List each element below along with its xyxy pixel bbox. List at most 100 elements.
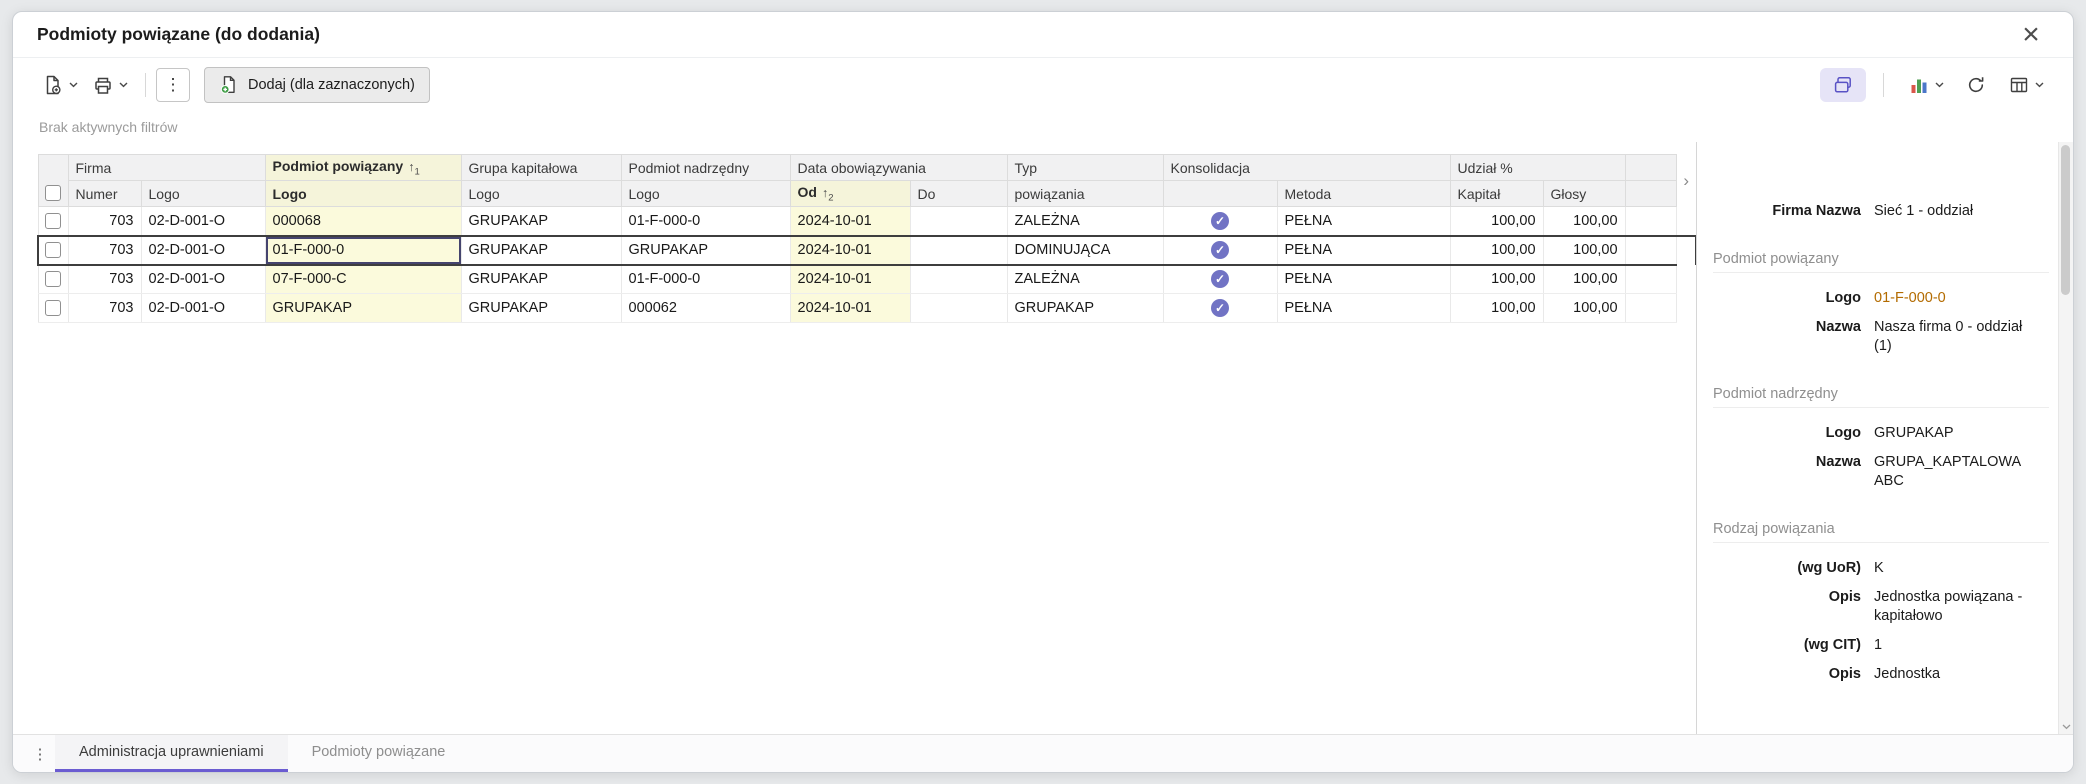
row-checkbox[interactable]: [45, 242, 62, 259]
dialog-titlebar: Podmioty powiązane (do dodania) ×: [13, 12, 2073, 58]
table-row[interactable]: 703 02-D-001-O 000068 GRUPAKAP 01-F-000-…: [37, 206, 1696, 236]
detail-field-opis-cit: Opis Jednostka: [1713, 665, 2049, 684]
cell-typ: GRUPAKAP: [1007, 293, 1164, 323]
print-button[interactable]: [85, 67, 135, 103]
cell-kapital: 100,00: [1450, 264, 1544, 294]
cell-podmiot-logo-focused[interactable]: 01-F-000-0: [265, 234, 462, 266]
scrollbar-thumb[interactable]: [2061, 145, 2070, 295]
column-header-glosy[interactable]: Głosy: [1542, 180, 1626, 207]
field-value: GRUPAKAP: [1874, 425, 1954, 441]
column-settings-button[interactable]: [2001, 67, 2051, 103]
chart-view-button[interactable]: [1901, 67, 1951, 103]
chevron-down-icon[interactable]: [119, 82, 128, 88]
detail-field-podmiot-nazwa: Nazwa Nasza firma 0 - oddział (1): [1713, 318, 2049, 356]
cell-metoda: PEŁNA: [1277, 206, 1451, 236]
chart-icon: [1911, 79, 1927, 93]
column-header-metoda[interactable]: Metoda: [1276, 180, 1451, 207]
detail-field-nadrzedny-logo: Logo GRUPAKAP: [1713, 424, 2049, 443]
select-all-cell: [37, 154, 69, 207]
more-options-button[interactable]: ⋮: [156, 68, 190, 102]
group-header-data-obowiazywania[interactable]: Data obowiązywania: [789, 154, 1008, 181]
group-header-podmiot-powiazany[interactable]: Podmiot powiązany ↑1: [264, 154, 462, 181]
column-header-grupa-logo[interactable]: Logo: [460, 180, 622, 207]
cell-expander: [1676, 207, 1696, 236]
group-header-grupa-kapitalowa[interactable]: Grupa kapitałowa: [460, 154, 622, 181]
column-header-kapital[interactable]: Kapitał: [1449, 180, 1544, 207]
column-header-filler: [1624, 180, 1677, 207]
column-header-od[interactable]: Od ↑2: [789, 180, 911, 207]
new-document-button[interactable]: [35, 67, 85, 103]
dialog-title: Podmioty powiązane (do dodania): [37, 24, 320, 44]
cell-od: 2024-10-01: [790, 264, 911, 294]
detail-field-uor: (wg UoR) K: [1713, 559, 2049, 578]
group-header-podmiot-nadrzedny[interactable]: Podmiot nadrzędny: [620, 154, 791, 181]
table-row-selected[interactable]: 703 02-D-001-O 01-F-000-0 GRUPAKAP GRUPA…: [37, 234, 1698, 266]
cell-expander: [1676, 294, 1696, 323]
tab-administracja-uprawnieniami[interactable]: Administracja uprawnieniami: [55, 735, 288, 772]
cell-filler: [1625, 264, 1677, 294]
row-select-cell: [37, 206, 69, 236]
cell-od: 2024-10-01: [790, 206, 911, 236]
close-button[interactable]: ×: [2013, 18, 2049, 52]
detail-field-opis-uor: Opis Jednostka powiązana - kapitałowo: [1713, 588, 2049, 626]
column-header-nadrzedny-logo[interactable]: Logo: [620, 180, 791, 207]
field-label: Opis: [1828, 666, 1861, 682]
tabbar-menu-button[interactable]: ⋮: [25, 735, 55, 772]
row-select-cell: [37, 293, 69, 323]
table-row[interactable]: 703 02-D-001-O GRUPAKAP GRUPAKAP 000062 …: [37, 293, 1696, 323]
detail-panel-body: Firma Nazwa Sieć 1 - oddział Podmiot pow…: [1697, 142, 2057, 734]
cell-typ: ZALEŻNA: [1007, 206, 1164, 236]
kebab-icon: ⋮: [164, 75, 182, 94]
cell-do: [910, 293, 1008, 323]
group-header-konsolidacja[interactable]: Konsolidacja: [1162, 154, 1451, 181]
field-label: Firma Nazwa: [1772, 203, 1861, 219]
group-header-firma[interactable]: Firma: [67, 154, 266, 181]
scrollbar[interactable]: [2058, 142, 2073, 734]
column-header-numer[interactable]: Numer: [67, 180, 142, 207]
cell-konsolidacja: [1163, 234, 1278, 266]
cell-firma-logo: 02-D-001-O: [141, 293, 266, 323]
cell-metoda: PEŁNA: [1277, 234, 1451, 266]
field-value: 1: [1874, 637, 1883, 653]
document-icon: [46, 75, 61, 95]
cell-numer: 703: [68, 293, 142, 323]
row-checkbox[interactable]: [45, 212, 61, 229]
cell-grupa-logo: GRUPAKAP: [461, 206, 622, 236]
sort-ascending-icon: ↑1: [408, 159, 420, 178]
column-header-konsolidacja-flag[interactable]: [1162, 180, 1278, 207]
tab-podmioty-powiazane[interactable]: Podmioty powiązane: [288, 735, 470, 772]
table-row[interactable]: 703 02-D-001-O 07-F-000-C GRUPAKAP 01-F-…: [37, 264, 1696, 294]
group-header-udzial[interactable]: Udział %: [1449, 154, 1626, 181]
chevron-right-icon[interactable]: ›: [1683, 171, 1689, 190]
content-area: Firma Podmiot powiązany ↑1 Grupa kapitało…: [13, 142, 2073, 734]
scroll-down-button[interactable]: [2059, 724, 2073, 730]
field-value-link[interactable]: 01-F-000-0: [1874, 289, 2026, 308]
field-label: (wg CIT): [1803, 637, 1861, 653]
column-header-powiazania[interactable]: powiązania: [1006, 180, 1164, 207]
column-header-firma-logo[interactable]: Logo: [140, 180, 266, 207]
toolbar: ⋮ Dodaj (dla zaznaczonych): [13, 58, 2073, 112]
column-header-do[interactable]: Do: [909, 180, 1008, 207]
row-select-cell: [37, 234, 69, 266]
chevron-down-icon[interactable]: [2035, 82, 2044, 88]
refresh-button[interactable]: [1958, 67, 1994, 103]
bottom-tabbar: ⋮ Administracja uprawnieniami Podmioty p…: [13, 734, 2073, 772]
group-header-typ[interactable]: Typ: [1006, 154, 1164, 181]
add-selected-button[interactable]: Dodaj (dla zaznaczonych): [204, 67, 430, 103]
chevron-down-icon[interactable]: [1935, 82, 1944, 88]
cell-filler: [1625, 206, 1677, 236]
detail-field-firma: Firma Nazwa Sieć 1 - oddział: [1713, 202, 2049, 221]
row-checkbox[interactable]: [45, 271, 61, 288]
active-filters-status: Brak aktywnych filtrów: [39, 119, 178, 135]
row-select-cell: [37, 264, 69, 294]
row-checkbox[interactable]: [45, 300, 61, 317]
toggle-detail-panel-button[interactable]: [1820, 68, 1866, 102]
header-group-row: Firma Podmiot powiązany ↑1 Grupa kapitało…: [37, 154, 1696, 207]
select-all-checkbox[interactable]: [45, 185, 61, 201]
cell-numer: 703: [68, 234, 142, 266]
chevron-down-icon[interactable]: [69, 82, 78, 88]
cell-konsolidacja: [1163, 206, 1278, 236]
column-header-podmiot-logo[interactable]: Logo: [264, 180, 462, 207]
cell-podmiot-logo: GRUPAKAP: [265, 293, 462, 323]
cell-glosy: 100,00: [1543, 206, 1626, 236]
